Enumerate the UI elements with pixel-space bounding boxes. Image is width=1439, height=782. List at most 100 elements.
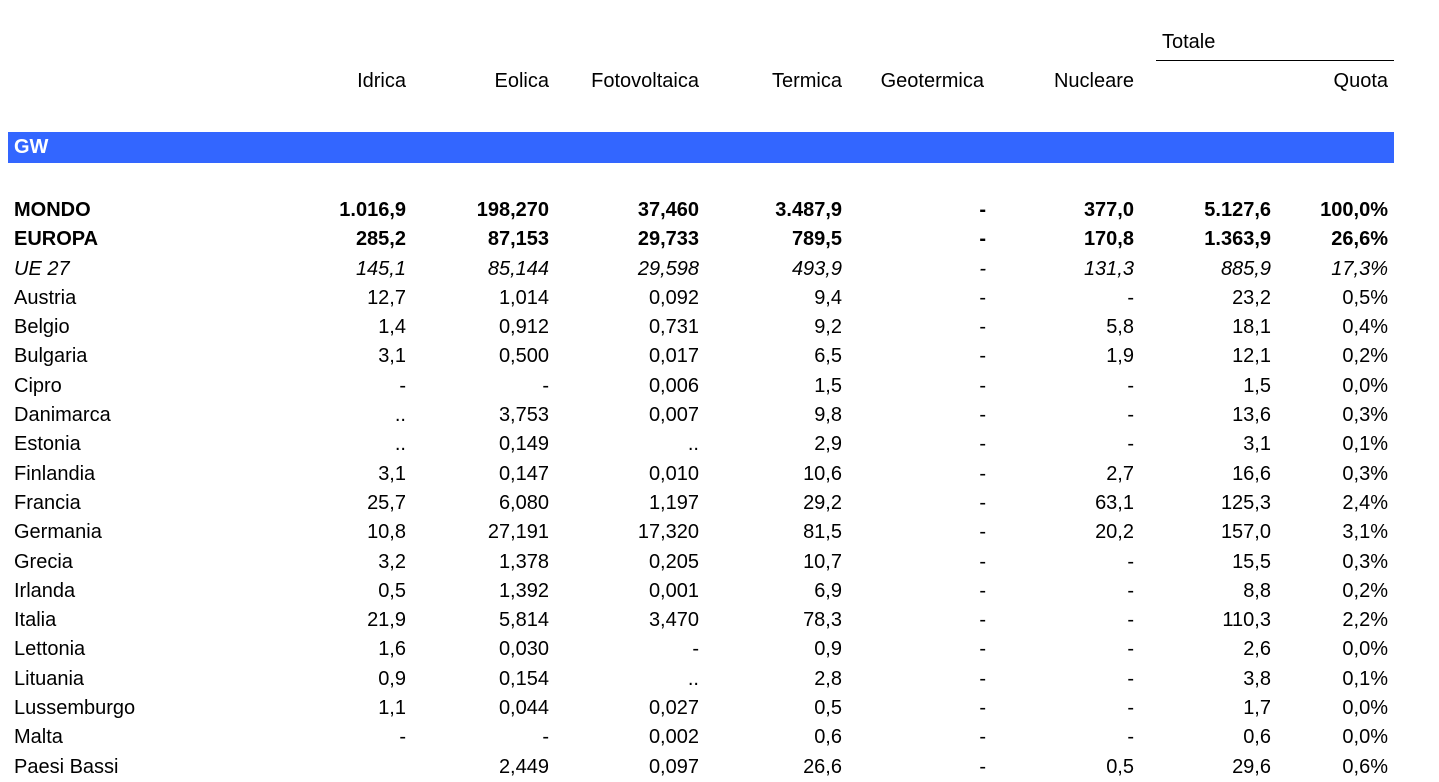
cell-quota: 2,2%: [1342, 609, 1388, 632]
cell-idrica: 285,2: [355, 228, 406, 251]
table-row: Cipro - - 0,006 1,5 - - 1,5 0,0%: [0, 372, 1439, 401]
cell-termica: 10,7: [803, 550, 842, 573]
cell-termica: 10,6: [803, 462, 842, 485]
cell-geotermica: -: [979, 521, 986, 544]
cell-totale: 885,9: [1220, 257, 1271, 280]
cell-nucleare: -: [1127, 638, 1134, 661]
cell-fotovoltaica: 0,001: [648, 579, 699, 602]
row-name: Malta: [14, 726, 63, 749]
row-name: Bulgaria: [14, 345, 88, 368]
cell-termica: 493,9: [791, 257, 842, 280]
cell-geotermica: -: [979, 345, 986, 368]
cell-geotermica: -: [979, 286, 986, 309]
cell-geotermica: -: [979, 433, 986, 456]
cell-nucleare: -: [1127, 374, 1134, 397]
cell-totale: 13,6: [1232, 404, 1271, 427]
cell-totale: 1.363,9: [1204, 228, 1271, 251]
cell-quota: 0,2%: [1342, 579, 1388, 602]
cell-quota: 26,6%: [1331, 228, 1388, 251]
cell-totale: 8,8: [1243, 579, 1271, 602]
cell-termica: 29,2: [803, 491, 842, 514]
cell-idrica: -: [399, 726, 406, 749]
header-termica: Termica: [771, 70, 842, 92]
cell-quota: 0,3%: [1342, 462, 1388, 485]
cell-nucleare: -: [1127, 697, 1134, 720]
cell-geotermica: -: [979, 579, 986, 602]
cell-fotovoltaica: ..: [687, 667, 699, 690]
cell-geotermica: -: [979, 199, 986, 221]
section-band-gw: GW: [8, 132, 1394, 163]
cell-fotovoltaica: 37,460: [637, 199, 699, 221]
cell-eolica: 1,014: [498, 286, 549, 309]
row-name: Belgio: [14, 316, 70, 339]
row-name: Danimarca: [14, 404, 111, 427]
cell-quota: 0,0%: [1342, 726, 1388, 749]
row-name: EUROPA: [14, 228, 99, 251]
cell-fotovoltaica: ..: [687, 433, 699, 456]
header-quota: Quota: [1333, 70, 1388, 92]
cell-quota: 100,0%: [1320, 199, 1388, 221]
cell-termica: 26,6: [803, 755, 842, 778]
cell-idrica: 0,5: [378, 579, 406, 602]
cell-totale: 3,1: [1243, 433, 1271, 456]
table-row: Francia 25,7 6,080 1,197 29,2 - 63,1 125,3 2,4%: [0, 489, 1439, 518]
row-name: Austria: [14, 286, 77, 309]
cell-idrica: 25,7: [367, 491, 406, 514]
cell-quota: 2,4%: [1342, 491, 1388, 514]
table-row: Belgio 1,4 0,912 0,731 9,2 - 5,8 18,1 0,4%: [0, 313, 1439, 342]
cell-eolica: 0,044: [498, 697, 549, 720]
cell-termica: 78,3: [803, 609, 842, 632]
cell-termica: 81,5: [803, 521, 842, 544]
cell-fotovoltaica: 0,010: [648, 462, 699, 485]
cell-fotovoltaica: 3,470: [648, 609, 699, 632]
cell-termica: 9,8: [814, 404, 842, 427]
cell-nucleare: -: [1127, 579, 1134, 602]
header-totale: Totale: [1162, 31, 1216, 53]
row-name: Lettonia: [14, 638, 86, 661]
header-nucleare: Nucleare: [1053, 70, 1134, 92]
cell-eolica: 198,270: [476, 199, 549, 221]
cell-totale: 125,3: [1220, 491, 1271, 514]
cell-idrica: 21,9: [367, 609, 406, 632]
cell-quota: 0,5%: [1342, 286, 1388, 309]
cell-totale: 2,6: [1243, 638, 1271, 661]
row-name: Grecia: [14, 550, 73, 573]
cell-quota: 0,3%: [1342, 404, 1388, 427]
cell-idrica: 10,8: [367, 521, 406, 544]
cell-totale: 1,7: [1243, 697, 1271, 720]
cell-totale: 3,8: [1243, 667, 1271, 690]
table-row: Germania 10,8 27,191 17,320 81,5 - 20,2 157,0 3,…: [0, 518, 1439, 547]
cell-termica: 1,5: [814, 374, 842, 397]
table-row: Estonia.. 0,149.. 2,9 - - 3,1 0,1%: [0, 430, 1439, 459]
cell-termica: 6,5: [814, 345, 842, 368]
table-row: Paesi Bassi 2,449 0,097 26,6 - 0,5 29,6 0,6%: [0, 753, 1439, 782]
cell-eolica: 0,912: [498, 316, 549, 339]
header-geotermica: Geotermica: [880, 70, 984, 92]
cell-termica: 789,5: [791, 228, 842, 251]
cell-eolica: 87,153: [487, 228, 549, 251]
table-row: Malta - - 0,002 0,6 - - 0,6 0,0%: [0, 723, 1439, 752]
cell-idrica: 12,7: [367, 286, 406, 309]
cell-quota: 0,6%: [1342, 755, 1388, 778]
cell-quota: 17,3%: [1331, 257, 1388, 280]
cell-nucleare: -: [1127, 433, 1134, 456]
table-row: Irlanda 0,5 1,392 0,001 6,9 - - 8,8 0,2%: [0, 577, 1439, 606]
row-name: Finlandia: [14, 462, 96, 485]
cell-nucleare: 1,9: [1106, 345, 1134, 368]
cell-geotermica: -: [979, 462, 986, 485]
cell-nucleare: 170,8: [1083, 228, 1134, 251]
cell-eolica: 0,030: [498, 638, 549, 661]
cell-quota: 0,0%: [1342, 697, 1388, 720]
cell-fotovoltaica: 0,097: [648, 755, 699, 778]
row-name: MONDO: [14, 199, 91, 221]
cell-geotermica: -: [979, 726, 986, 749]
section-label: GW: [14, 136, 49, 158]
cell-idrica: 3,1: [378, 345, 406, 368]
header-totale-underline: [1156, 60, 1394, 61]
cell-termica: 2,9: [814, 433, 842, 456]
cell-nucleare: -: [1127, 726, 1134, 749]
row-name: Cipro: [14, 374, 62, 397]
cell-geotermica: -: [979, 609, 986, 632]
cell-eolica: 3,753: [498, 404, 549, 427]
header-fotovoltaica: Fotovoltaica: [591, 70, 699, 92]
